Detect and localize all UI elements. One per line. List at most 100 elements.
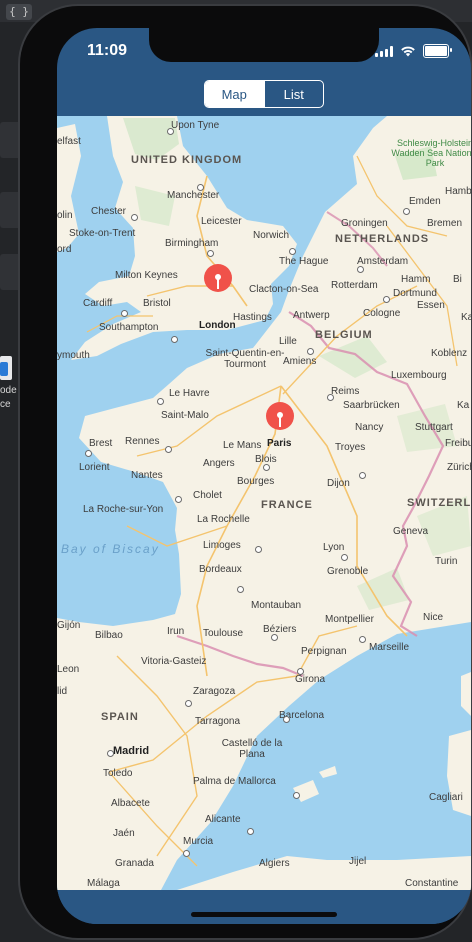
home-indicator[interactable] — [191, 912, 337, 917]
city-label: Granada — [115, 858, 154, 869]
city-label: Murcia — [183, 836, 214, 847]
city-label: elfast — [57, 136, 81, 147]
city-label: Jijel — [349, 856, 367, 867]
city-label: Geneva — [393, 526, 429, 537]
city-label: Antwerp — [293, 310, 330, 321]
app-screen: 11:09 Map List UNITED KINGDOM NETHERLAND… — [57, 28, 471, 924]
city-label: Kassel — [461, 312, 471, 323]
wifi-icon — [401, 46, 415, 57]
city-label: Hastings — [233, 312, 272, 323]
city-label: olin — [57, 210, 73, 221]
bottom-bar — [57, 890, 471, 924]
city-label: Málaga — [87, 878, 120, 889]
phone-notch — [149, 28, 379, 62]
city-label: Girona — [295, 674, 326, 685]
city-label: Bristol — [143, 298, 171, 309]
map-pin-paris[interactable] — [265, 402, 295, 442]
city-label: Lyon — [323, 542, 345, 553]
segment-list[interactable]: List — [263, 81, 324, 107]
city-label: Lille — [279, 336, 297, 347]
city-label: Brest — [89, 438, 113, 449]
city-dot — [157, 398, 164, 405]
city-label: ord — [57, 244, 72, 255]
city-label: Norwich — [253, 230, 290, 241]
city-label: Béziers — [263, 624, 297, 635]
sidebar-tab[interactable] — [0, 122, 22, 158]
city-label: Groningen — [341, 218, 388, 229]
city-dot — [289, 248, 296, 255]
city-dot — [383, 296, 390, 303]
city-label: Limoges — [203, 540, 241, 551]
battery-icon — [423, 44, 452, 58]
city-label-capital: Madrid — [113, 745, 150, 757]
city-label: Southampton — [99, 322, 159, 333]
city-label: Montauban — [251, 600, 302, 611]
city-label: Turin — [435, 556, 458, 567]
city-label: Nantes — [131, 470, 163, 481]
city-dot — [85, 450, 92, 457]
sea-label-biscay: Bay of Biscay — [61, 542, 160, 556]
city-dot — [357, 266, 364, 273]
city-label: Lorient — [79, 462, 110, 473]
city-label: Montpellier — [325, 614, 374, 625]
country-label-uk: UNITED KINGDOM — [131, 154, 243, 166]
city-label: Constantine — [405, 878, 459, 889]
sidebar-tab[interactable] — [0, 192, 22, 228]
city-dot — [183, 850, 190, 857]
city-label: The Hague — [279, 256, 329, 267]
city-label: Stoke-on-Trent — [69, 228, 136, 239]
city-label: Saint-Malo — [161, 410, 209, 421]
xcode-badge-icon — [0, 362, 8, 376]
country-label-belgium: BELGIUM — [315, 329, 373, 341]
city-label: Essen — [417, 300, 445, 311]
city-dot — [271, 634, 278, 641]
city-dot — [171, 336, 178, 343]
city-label: Bilbao — [95, 630, 123, 641]
map-pin-london[interactable] — [203, 264, 233, 304]
city-dot — [167, 128, 174, 135]
city-dot — [237, 586, 244, 593]
city-label: Vitoria-Gasteiz — [141, 656, 207, 667]
map-view[interactable]: UNITED KINGDOM NETHERLANDS BELGIUM FRANC… — [57, 116, 471, 890]
city-label: Rennes — [125, 436, 160, 447]
city-dot — [207, 250, 214, 257]
city-dot — [327, 394, 334, 401]
file-label: ode ce — [0, 385, 17, 410]
segment-map[interactable]: Map — [205, 81, 264, 107]
city-label: La Rochelle — [197, 514, 250, 525]
park-label: Schleswig-Holstein Wadden Sea National P… — [391, 138, 471, 168]
city-label: Le Havre — [169, 388, 210, 399]
city-label: Nancy — [355, 422, 384, 433]
city-dot — [185, 700, 192, 707]
braces-icon[interactable]: { } — [6, 4, 32, 20]
city-label: Upon Tyne — [171, 120, 220, 131]
city-label: Saarbrücken — [343, 400, 400, 411]
city-dot — [283, 716, 290, 723]
country-label-netherlands: NETHERLANDS — [335, 233, 430, 245]
city-dot — [263, 464, 270, 471]
city-dot — [255, 546, 262, 553]
city-label: Ka — [457, 400, 470, 411]
city-label: La Roche-sur-Yon — [83, 504, 164, 515]
city-dot — [247, 828, 254, 835]
city-label: Castelló de la Plana — [221, 738, 283, 760]
cellular-signal-icon — [375, 45, 393, 57]
city-label: Perpignan — [301, 646, 347, 657]
city-label: Chester — [91, 206, 127, 217]
city-label: Clacton-on-Sea — [249, 284, 319, 295]
city-label: Irun — [167, 626, 185, 637]
pin-label-london: London — [199, 320, 236, 331]
city-label: Bordeaux — [199, 564, 242, 575]
status-icons — [375, 44, 452, 58]
city-dot — [131, 214, 138, 221]
city-label: ymouth — [57, 350, 90, 361]
city-label: Rotterdam — [331, 280, 378, 291]
city-label: Cholet — [193, 490, 222, 501]
city-label: Zürich — [447, 462, 471, 473]
view-mode-segmented-control: Map List — [204, 80, 324, 108]
city-dot — [165, 446, 172, 453]
city-label: Hamm — [401, 274, 431, 285]
city-label: Hambu — [445, 186, 471, 197]
city-label: Freibu — [445, 438, 471, 449]
sidebar-tab[interactable] — [0, 254, 22, 290]
